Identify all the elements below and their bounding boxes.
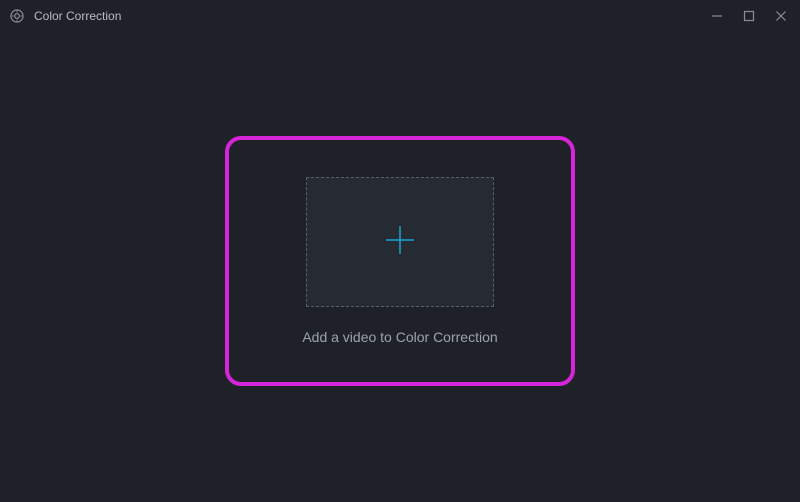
window-title: Color Correction [34,9,121,23]
close-button[interactable] [774,9,788,23]
app-icon [8,7,26,25]
main-content: Add a video to Color Correction [0,32,800,502]
window-controls [710,9,792,23]
highlight-annotation: Add a video to Color Correction [225,136,575,386]
helper-text: Add a video to Color Correction [302,329,497,345]
maximize-button[interactable] [742,9,756,23]
titlebar: Color Correction [0,0,800,32]
minimize-button[interactable] [710,9,724,23]
plus-icon [382,222,418,263]
add-video-dropzone[interactable] [306,177,494,307]
